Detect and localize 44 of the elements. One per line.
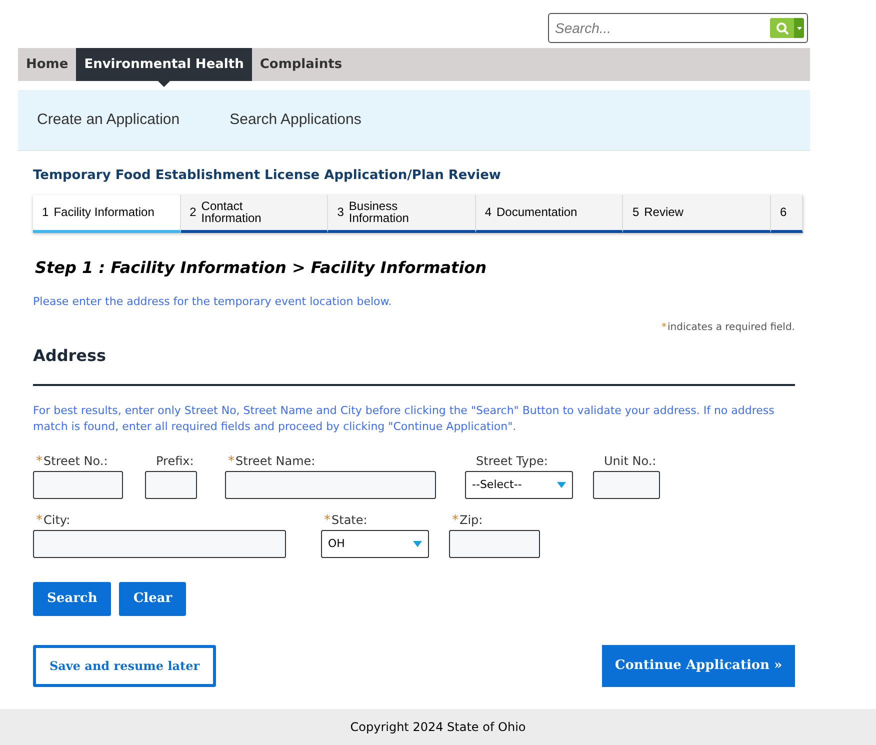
nav-tab[interactable]: Environmental Health — [76, 48, 252, 81]
field-label: Prefix: — [156, 453, 194, 469]
dropdown-arrow-icon — [557, 482, 566, 488]
step-tab[interactable]: 1 Facility Information — [33, 194, 181, 232]
sub-nav-link[interactable]: Search Applications — [230, 108, 362, 132]
city-field[interactable] — [33, 530, 286, 558]
instructions-text: For best results, enter only Street No, Street Name and City before clicking the "Search" Button to validate your address. If no address match is found, enter all required fields and proceed by clicking "Continue Application". — [33, 403, 776, 435]
search-field[interactable]: Search... — [555, 18, 770, 38]
field-label: *Street No.: — [36, 453, 108, 470]
field-label: *State: — [324, 512, 368, 529]
nav-tab[interactable]: Home — [18, 48, 76, 81]
page-title: Temporary Food Establishment License Application/Plan Review — [33, 167, 502, 185]
unit-number-field[interactable] — [593, 471, 660, 499]
zip-field[interactable] — [449, 530, 540, 558]
street-number-field[interactable] — [33, 471, 123, 499]
save-button[interactable]: Save and resume later — [33, 645, 216, 687]
dropdown-arrow-icon — [413, 541, 422, 547]
clear-button[interactable]: Clear — [119, 582, 186, 616]
sub-nav-link[interactable]: Create an Application — [37, 108, 180, 132]
step-tab[interactable]: 5 Review — [623, 194, 772, 232]
field-label: Street Type: — [476, 453, 548, 469]
section-title: Address — [33, 345, 108, 367]
field-label: *Street Name: — [228, 453, 316, 470]
step-tab[interactable]: 4 Documentation — [476, 194, 624, 232]
street-type-select[interactable]: --Select-- — [465, 471, 573, 499]
field-label: *City: — [36, 512, 70, 529]
required-mark: * — [662, 321, 667, 335]
step-tab[interactable]: 6 — [771, 194, 803, 232]
step-heading: Step 1 : Facility Information > Facility Information — [35, 256, 488, 278]
caret-icon — [796, 26, 802, 30]
search-icon — [776, 22, 788, 34]
copyright-text: Copyright 2024 State of Ohio — [350, 719, 526, 736]
field-label: Unit No.: — [604, 453, 656, 469]
nav-tab[interactable]: Complaints — [252, 48, 350, 81]
continue-button[interactable]: Continue Application » — [602, 645, 795, 687]
search-box[interactable]: Search... — [548, 13, 808, 43]
prefix-field[interactable] — [145, 471, 197, 499]
street-name-field[interactable] — [225, 471, 436, 499]
state-select[interactable]: OH — [321, 530, 429, 558]
required-note: indicates a required field. — [668, 321, 795, 335]
intro-text: Please enter the address for the temporary event location below. — [33, 294, 393, 310]
search-submit-button[interactable]: Search — [33, 582, 112, 616]
field-label: *Zip: — [452, 512, 483, 529]
search-button[interactable] — [770, 18, 804, 38]
